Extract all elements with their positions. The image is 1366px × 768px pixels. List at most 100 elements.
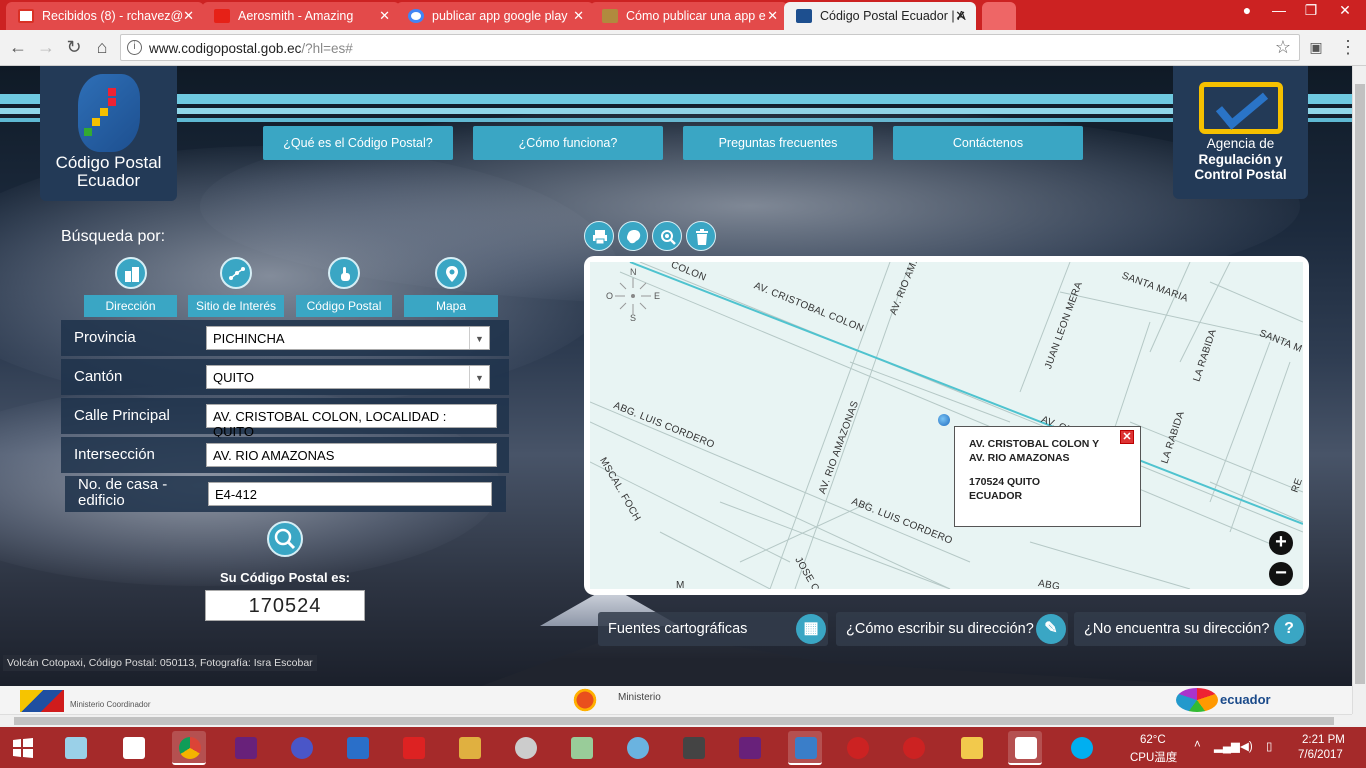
nav-contactenos[interactable]: Contáctenos xyxy=(893,126,1083,160)
tab-label: Aerosmith - Amazing xyxy=(238,9,354,23)
nav-que-es[interactable]: ¿Qué es el Código Postal? xyxy=(263,126,453,160)
site-info-icon[interactable]: i xyxy=(127,40,142,55)
mode-direccion[interactable]: Dirección xyxy=(84,257,177,317)
zoom-out-button[interactable]: − xyxy=(1269,562,1293,586)
fuentes-cartograficas-link[interactable]: Fuentes cartográficas ▦ xyxy=(598,612,828,646)
nav-como-funciona[interactable]: ¿Cómo funciona? xyxy=(473,126,663,160)
codigo-postal-result-label: Su Código Postal es: xyxy=(219,570,350,585)
chrome-icon xyxy=(179,737,201,759)
calle-principal-input[interactable]: AV. CRISTOBAL COLON, LOCALIDAD : QUITO xyxy=(206,404,497,439)
new-tab-button[interactable] xyxy=(982,2,1016,30)
network-icon[interactable]: ▂▄▆ xyxy=(1214,739,1240,753)
taskbar-app[interactable] xyxy=(954,731,988,765)
no-encuentra-link[interactable]: ¿No encuentra su dirección? ? xyxy=(1074,612,1306,646)
close-tab-icon[interactable]: ✕ xyxy=(183,8,194,24)
interseccion-input[interactable]: AV. RIO AMAZONAS xyxy=(206,443,497,467)
print-button[interactable] xyxy=(584,221,614,251)
battery-icon[interactable]: ▯ xyxy=(1266,739,1272,753)
address-bar[interactable]: i www.codigopostal.gob.ec/?hl=es# ☆ xyxy=(120,34,1300,61)
zoom-in-button[interactable]: + xyxy=(1269,531,1293,555)
back-icon[interactable]: ← xyxy=(8,37,28,57)
taskbar-app[interactable] xyxy=(732,731,766,765)
led-icon xyxy=(403,737,425,759)
canton-select[interactable]: QUITO ▼ xyxy=(206,365,490,389)
chevron-down-icon[interactable]: ▼ xyxy=(469,366,489,388)
popup-close-icon[interactable]: ✕ xyxy=(1120,430,1134,444)
mode-label: Dirección xyxy=(84,295,177,317)
cpu-label: CPU温度 xyxy=(1130,752,1178,764)
ecuador-logo[interactable] xyxy=(1176,688,1218,712)
home-icon[interactable]: ⌂ xyxy=(92,37,112,57)
tab-google[interactable]: publicar app google play ✕ xyxy=(396,2,594,30)
profile-icon[interactable]: ● xyxy=(1232,2,1262,18)
taskbar-app[interactable] xyxy=(396,731,430,765)
taskbar-app[interactable] xyxy=(340,731,374,765)
android-icon xyxy=(602,9,618,23)
taskbar-app[interactable] xyxy=(788,731,822,765)
menu-icon[interactable]: ⋮ xyxy=(1338,37,1358,57)
close-tab-icon[interactable]: ✕ xyxy=(955,8,966,24)
horizontal-scrollbar[interactable] xyxy=(0,714,1352,727)
volume-icon[interactable]: ◀) xyxy=(1240,739,1253,753)
restore-icon[interactable]: ❐ xyxy=(1296,2,1326,19)
tab-gmail[interactable]: Recibidos (8) - rchavez@ ✕ xyxy=(6,2,204,30)
close-tab-icon[interactable]: ✕ xyxy=(379,8,390,24)
show-hidden-icons-icon[interactable]: ˄ xyxy=(1194,739,1201,751)
taskbar-app[interactable] xyxy=(452,731,486,765)
provincia-select[interactable]: PICHINCHA ▼ xyxy=(206,326,490,350)
tab-android[interactable]: Cómo publicar una app e ✕ xyxy=(590,2,788,30)
chevron-down-icon[interactable]: ▼ xyxy=(469,327,489,349)
extension-icon[interactable]: ▣ xyxy=(1306,37,1326,57)
codigo-postal-logo[interactable]: Código Postal Ecuador xyxy=(40,66,177,201)
zoom-search-button[interactable] xyxy=(652,221,682,251)
taskbar-app[interactable] xyxy=(116,731,150,765)
clock-date[interactable]: 7/6/2017 xyxy=(1298,749,1343,761)
search-button[interactable] xyxy=(267,521,303,557)
clock-time[interactable]: 2:21 PM xyxy=(1302,734,1345,746)
location-marker[interactable] xyxy=(938,414,950,426)
taskbar-app[interactable] xyxy=(840,731,874,765)
taskbar-chrome[interactable] xyxy=(172,731,206,765)
taskbar-app[interactable] xyxy=(1008,731,1042,765)
taskbar-app[interactable] xyxy=(620,731,654,765)
arcotel-logo[interactable]: Agencia de Regulación y Control Postal xyxy=(1173,66,1308,199)
region-button[interactable] xyxy=(618,221,648,251)
tab-youtube[interactable]: Aerosmith - Amazing ✕ xyxy=(202,2,400,30)
ministerio-logo[interactable] xyxy=(560,688,610,712)
tab-codigo-postal[interactable]: Código Postal Ecuador | A ✕ xyxy=(784,2,976,30)
ministerio-coordinador-logo[interactable] xyxy=(20,690,64,712)
taskbar-app[interactable] xyxy=(284,731,318,765)
clear-button[interactable] xyxy=(686,221,716,251)
close-window-icon[interactable]: ✕ xyxy=(1330,2,1360,19)
close-tab-icon[interactable]: ✕ xyxy=(767,8,778,24)
taskbar-app[interactable] xyxy=(676,731,710,765)
taskbar-app[interactable] xyxy=(896,731,930,765)
checkmark-icon xyxy=(1199,82,1283,134)
reload-icon[interactable]: ↻ xyxy=(64,37,84,57)
tab-bar: Recibidos (8) - rchavez@ ✕ Aerosmith - A… xyxy=(0,0,1366,30)
scroll-thumb[interactable] xyxy=(14,717,1334,725)
taskbar-app[interactable] xyxy=(228,731,262,765)
mode-sitio-interes[interactable]: Sitio de Interés xyxy=(188,257,284,317)
scroll-thumb[interactable] xyxy=(1355,84,1365,684)
mode-label: Sitio de Interés xyxy=(188,295,284,317)
como-escribir-link[interactable]: ¿Cómo escribir su dirección? ✎ xyxy=(836,612,1068,646)
taskbar-app[interactable] xyxy=(564,731,598,765)
tab-label: Cómo publicar una app e xyxy=(626,9,766,23)
mode-codigo-postal[interactable]: Código Postal xyxy=(296,257,392,317)
bookmark-star-icon[interactable]: ☆ xyxy=(1275,37,1291,58)
minimize-icon[interactable]: — xyxy=(1264,2,1294,18)
taskbar-app[interactable] xyxy=(508,731,542,765)
taskbar-app[interactable] xyxy=(58,731,92,765)
close-tab-icon[interactable]: ✕ xyxy=(573,8,584,24)
forward-icon[interactable]: → xyxy=(36,37,56,57)
taskbar-app[interactable] xyxy=(1064,731,1098,765)
vertical-scrollbar[interactable] xyxy=(1352,66,1366,714)
numero-casa-input[interactable]: E4-412 xyxy=(208,482,492,506)
start-button[interactable] xyxy=(6,731,40,765)
row-numero-casa: No. de casa - edificio E4-412 xyxy=(65,476,506,512)
nav-preguntas[interactable]: Preguntas frecuentes xyxy=(683,126,873,160)
map-canvas[interactable]: N S O E AV. CRISTOBAL COLON AV. RIO AM. … xyxy=(590,262,1303,589)
tab-label: Recibidos (8) - rchavez@ xyxy=(42,9,184,23)
mode-mapa[interactable]: Mapa xyxy=(404,257,498,317)
